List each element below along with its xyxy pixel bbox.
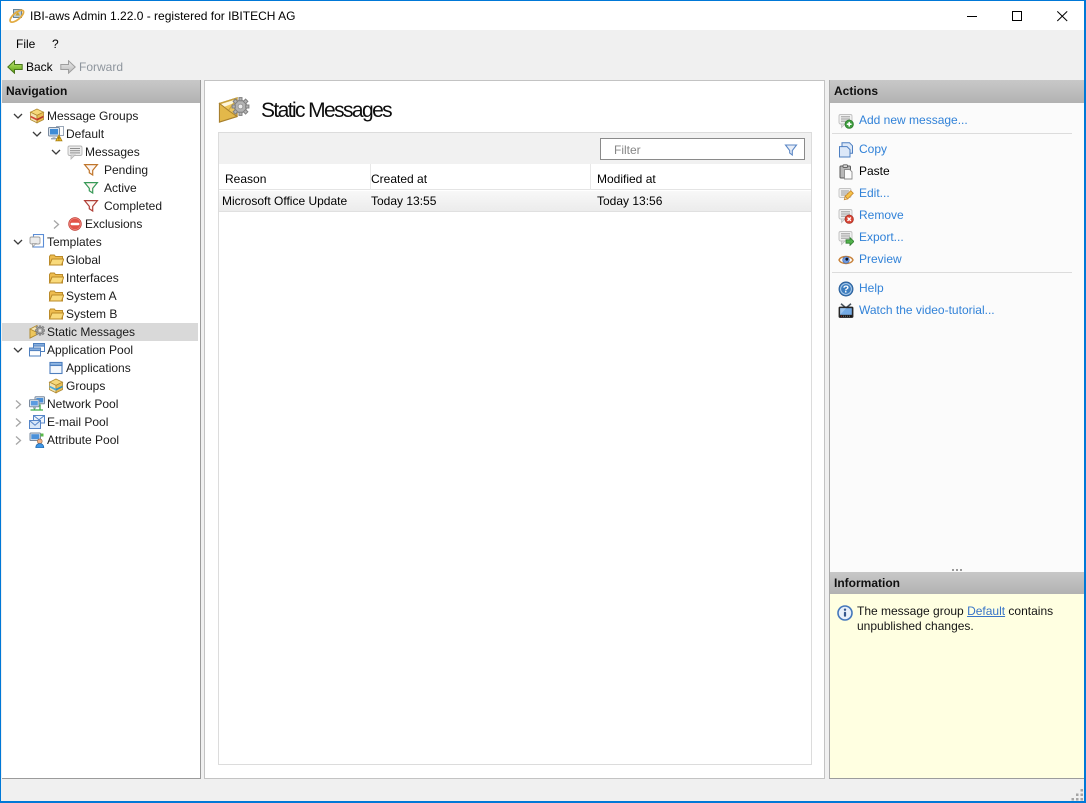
- svg-text:?: ?: [843, 284, 849, 296]
